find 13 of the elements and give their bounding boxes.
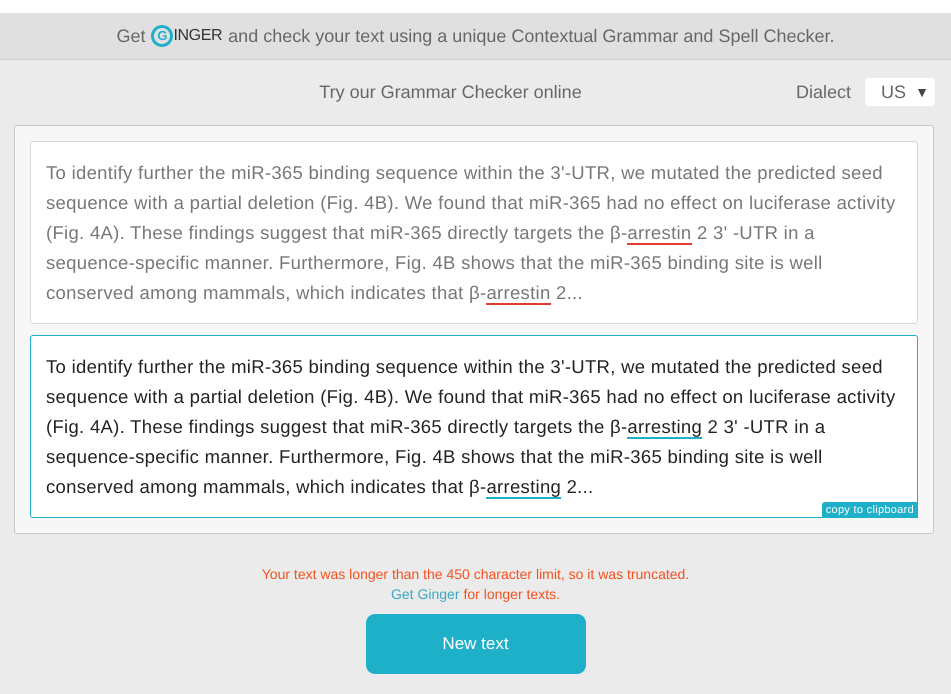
page-heading: Try our Grammar Checker online xyxy=(319,81,582,104)
truncation-warning: Your text was longer than the 450 character limit, so it was truncated. xyxy=(262,565,690,584)
dialect-label: Dialect xyxy=(796,80,851,104)
copy-to-clipboard-button[interactable]: copy to clipboard xyxy=(822,502,918,518)
original-text[interactable]: To identify further the miR-365 binding sequence within the 3'-UTR, we mutated the predicted seed sequence with a partial deletion (Fig. 4B). We found that miR-365 had no effect on luciferase activity (Fig. 4A). These findings suggest that miR-365 directly targets the β-arrestin 2 3' -UTR in a sequence-specific manner. Furthermore, Fig. 4B shows that the miR-365 binding site is well conserved among mammals, which indicates that β-arrestin 2... xyxy=(30,141,918,324)
corrected-text[interactable]: To identify further the miR-365 binding sequence within the 3'-UTR, we mutated the predicted seed sequence with a partial deletion (Fig. 4B). We found that miR-365 had no effect on luciferase activity (Fig. 4A). These findings suggest that miR-365 directly targets the β-arresting 2 3' -UTR in a sequence-specific manner. Furthermore, Fig. 4B shows that the miR-365 binding site is well conserved among mammals, which indicates that β-arresting 2... copy to clipboard xyxy=(30,335,918,518)
ginger-logo[interactable]: G INGER xyxy=(151,24,222,48)
get-ginger-link[interactable]: Get Ginger xyxy=(391,584,460,604)
banner-text: and check your text using a unique Contextual Grammar and Spell Checker. xyxy=(228,24,835,48)
dialect-select[interactable]: US ▼ xyxy=(865,78,935,106)
banner-text: Get xyxy=(116,24,146,48)
promo-text: for longer texts. xyxy=(463,585,560,604)
new-text-button[interactable]: New text xyxy=(366,614,586,674)
